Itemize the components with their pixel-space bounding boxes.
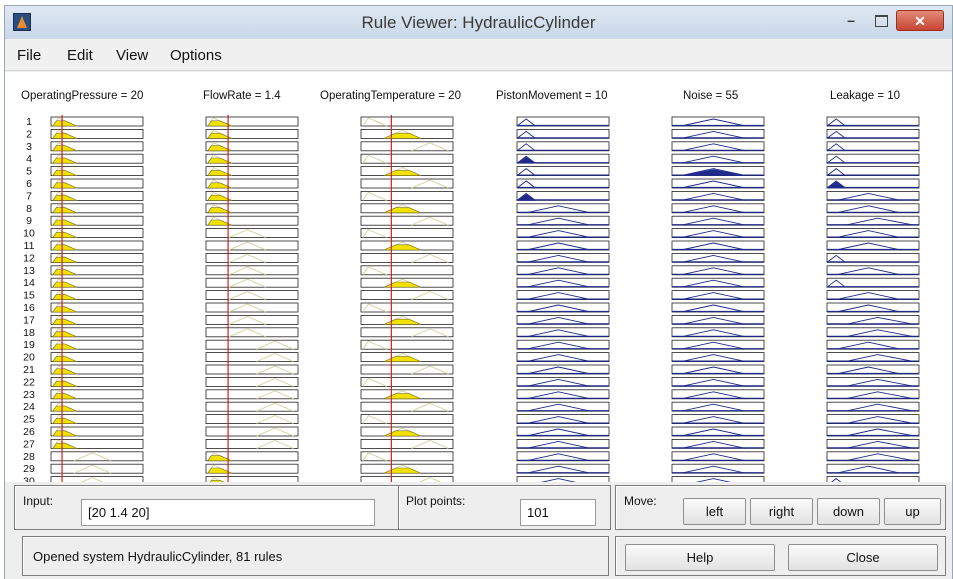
rule-mf-box	[826, 116, 920, 127]
title-bar[interactable]: Rule Viewer: HydraulicCylinder – ✕	[5, 6, 952, 39]
rule-mf-box	[516, 141, 610, 152]
rule-number: 21	[23, 364, 35, 376]
rule-number: 20	[23, 352, 35, 364]
rule-mf-box	[826, 153, 920, 164]
rule-mf-box	[360, 302, 454, 313]
variable-header: FlowRate = 1.4	[203, 90, 281, 102]
rule-mf-box	[205, 277, 299, 288]
variable-header: Leakage = 10	[830, 90, 900, 102]
rule-mf-box	[826, 277, 920, 288]
rule-number: 3	[26, 141, 32, 153]
input-label: Input:	[23, 494, 54, 508]
rule-number: 29	[23, 463, 35, 475]
rule-mf-box	[360, 191, 454, 201]
variable-header: PistonMovement = 10	[496, 90, 608, 102]
rule-mf-box	[826, 252, 920, 263]
move-left-button[interactable]: left	[683, 498, 746, 525]
help-button[interactable]: Help	[625, 544, 775, 571]
rule-number: 18	[23, 327, 35, 339]
rule-number: 22	[23, 376, 35, 388]
rule-mf-box	[826, 141, 920, 152]
menu-bar: File Edit View Options	[5, 39, 952, 71]
move-label: Move:	[624, 494, 657, 508]
rule-mf-box	[360, 339, 454, 350]
rule-mf-box	[205, 314, 299, 325]
rule-mf-box	[516, 178, 610, 189]
input-field[interactable]	[81, 499, 375, 526]
rule-number: 17	[23, 314, 35, 326]
rule-number: 7	[26, 190, 32, 202]
move-right-button[interactable]: right	[750, 498, 813, 525]
rule-plot-area: OperatingPressure = 20 FlowRate = 1.4 Oper…	[5, 72, 952, 482]
rule-mf-box	[360, 451, 454, 462]
status-text: Opened system HydraulicCylinder, 81 rule…	[33, 549, 283, 564]
rule-number: 6	[26, 178, 32, 190]
rule-mf-box	[516, 129, 610, 139]
rule-number: 13	[23, 265, 35, 277]
close-button[interactable]: Close	[788, 544, 938, 571]
menu-edit[interactable]: Edit	[67, 47, 93, 64]
rule-mf-box	[205, 252, 299, 263]
rule-number: 14	[23, 277, 35, 289]
maximize-button[interactable]	[867, 10, 895, 31]
rule-mf-box	[360, 265, 454, 276]
control-panel: Input: Plot points: Move: left right dow…	[5, 482, 952, 579]
menu-view[interactable]: View	[116, 47, 148, 64]
rule-number: 26	[23, 426, 35, 438]
rule-mf-box	[360, 376, 454, 387]
rule-mf-box	[205, 290, 299, 301]
rule-number: 10	[23, 228, 35, 240]
status-panel: Opened system HydraulicCylinder, 81 rule…	[22, 536, 609, 576]
variable-header: OperatingPressure = 20	[21, 90, 143, 102]
minimize-button[interactable]: –	[837, 10, 865, 31]
rule-number: 24	[23, 401, 35, 413]
rule-mf-box	[826, 129, 920, 139]
rule-mf-box	[205, 240, 299, 251]
rule-number: 9	[26, 215, 32, 227]
rule-plot-canvas: OperatingPressure = 20 FlowRate = 1.4 Oper…	[21, 90, 920, 482]
rule-viewer-window: Rule Viewer: HydraulicCylinder – ✕ File …	[4, 5, 953, 579]
move-down-button[interactable]: down	[817, 498, 880, 525]
plot-points-panel: Plot points:	[398, 485, 611, 530]
move-up-button[interactable]: up	[884, 498, 941, 525]
rule-mf-box	[360, 116, 454, 127]
input-panel: Input:	[14, 485, 400, 530]
menu-options[interactable]: Options	[170, 47, 222, 64]
rule-number: 4	[26, 153, 32, 165]
move-panel: Move: left right down up	[615, 485, 946, 530]
rule-mf-box	[205, 265, 299, 276]
rule-mf-box	[50, 463, 144, 474]
variable-header: Noise = 55	[683, 90, 738, 102]
plot-points-field[interactable]	[520, 499, 596, 526]
rule-mf-box	[205, 327, 299, 338]
rule-number: 11	[24, 240, 35, 252]
rule-number: 23	[23, 389, 35, 401]
rule-number: 16	[23, 302, 35, 314]
window-title: Rule Viewer: HydraulicCylinder	[361, 13, 596, 32]
rule-number: 19	[23, 339, 35, 351]
rule-mf-box	[360, 153, 454, 164]
rule-number: 8	[26, 203, 32, 215]
rule-mf-box	[826, 166, 920, 176]
rule-mf-box	[516, 116, 610, 127]
close-window-button[interactable]: ✕	[896, 10, 944, 31]
rule-number: 12	[23, 252, 35, 264]
help-close-panel: Help Close	[615, 536, 946, 576]
rule-number: 5	[26, 166, 32, 178]
rule-mf-box	[360, 414, 454, 425]
rule-number: 15	[23, 290, 35, 302]
rule-number: 25	[23, 414, 35, 426]
rule-mf-box	[516, 166, 610, 176]
plot-points-label: Plot points:	[406, 494, 466, 508]
rule-number: 2	[26, 128, 32, 140]
rule-number: 1	[26, 116, 32, 128]
menu-file[interactable]: File	[17, 47, 41, 64]
rule-number: 28	[23, 451, 35, 463]
variable-header: OperatingTemperature = 20	[320, 90, 461, 102]
rule-mf-box	[205, 302, 299, 313]
rule-mf-box	[50, 451, 144, 462]
rule-number: 27	[23, 438, 35, 450]
rule-mf-box	[205, 228, 299, 239]
rule-mf-box	[360, 228, 454, 239]
